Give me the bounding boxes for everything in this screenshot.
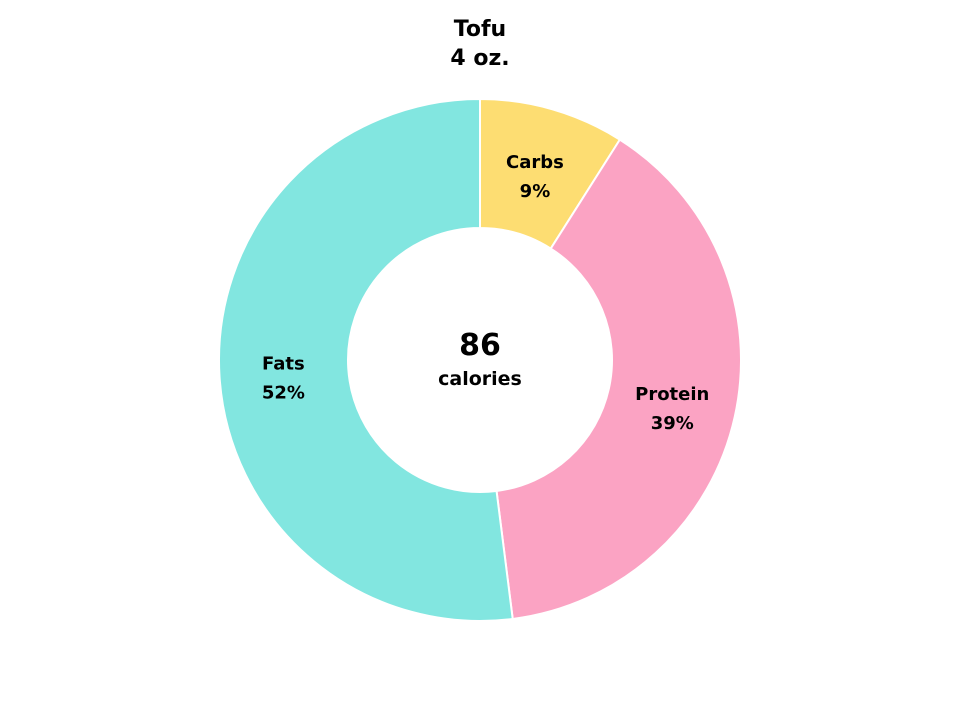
slice-percent-carbs: 9% (520, 181, 551, 202)
chart-title: Tofu (454, 17, 506, 42)
slice-label-fats: Fats (262, 353, 305, 374)
slice-label-protein: Protein (635, 384, 709, 405)
chart-subtitle: 4 oz. (450, 46, 509, 71)
slice-percent-fats: 52% (262, 382, 305, 403)
donut-chart: Carbs 9% Protein 39% Fats 52% Tofu 4 oz. 86 c… (218, 17, 742, 622)
slice-percent-protein: 39% (651, 413, 694, 434)
slice-label-carbs: Carbs (506, 152, 564, 173)
center-calories-value: 86 (459, 328, 501, 363)
center-calories-label: calories (438, 368, 522, 390)
